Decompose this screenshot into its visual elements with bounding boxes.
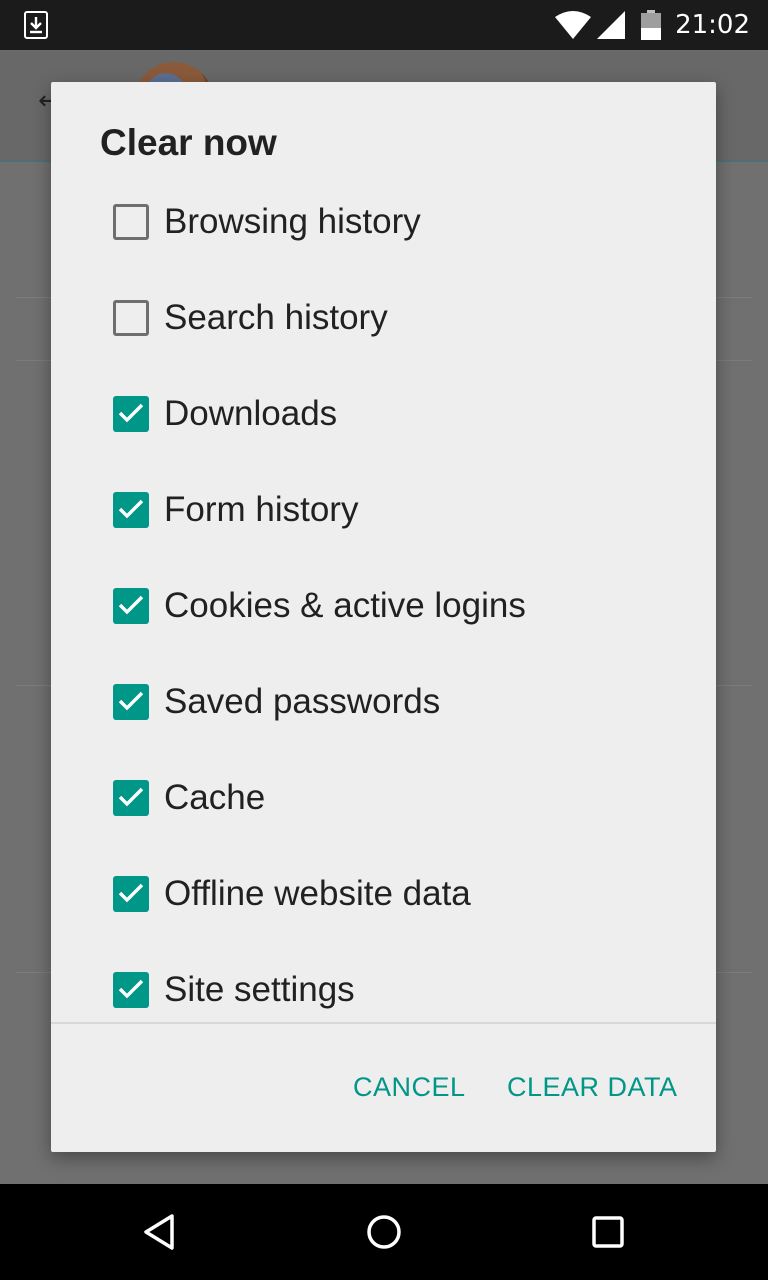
- status-right: 21:02: [555, 0, 750, 50]
- checkmark-icon: [118, 595, 144, 615]
- option-row[interactable]: Form history: [51, 462, 716, 558]
- action-divider: [51, 1022, 716, 1024]
- checkbox-checked[interactable]: [113, 972, 149, 1008]
- wifi-icon: [555, 11, 592, 39]
- option-row[interactable]: Site settings: [51, 942, 716, 1022]
- checkmark-icon: [118, 979, 144, 999]
- option-row[interactable]: Saved passwords: [51, 654, 716, 750]
- checkbox-checked[interactable]: [113, 876, 149, 912]
- checkbox-checked[interactable]: [113, 684, 149, 720]
- checkbox-checked[interactable]: [113, 492, 149, 528]
- option-label: Saved passwords: [164, 682, 441, 721]
- option-label: Offline website data: [164, 874, 471, 913]
- dialog-title: Clear now: [100, 122, 277, 163]
- battery-icon: [641, 10, 662, 40]
- checkbox-checked[interactable]: [113, 396, 149, 432]
- checkmark-icon: [118, 883, 144, 903]
- options-list: Browsing history Search history Downloads F…: [51, 174, 716, 1022]
- checkmark-icon: [118, 787, 144, 807]
- download-icon: [24, 11, 48, 39]
- option-row[interactable]: Offline website data: [51, 846, 716, 942]
- option-row[interactable]: Search history: [51, 270, 716, 366]
- checkbox-unchecked[interactable]: [113, 300, 149, 336]
- option-label: Cache: [164, 778, 266, 817]
- status-bar: 21:02: [0, 0, 768, 50]
- clear-data-dialog: Clear now Browsing history Search history…: [51, 82, 716, 1152]
- cancel-button[interactable]: CANCEL: [353, 1072, 466, 1103]
- clear-data-button[interactable]: CLEAR DATA: [507, 1072, 678, 1103]
- option-label: Browsing history: [164, 202, 421, 241]
- checkbox-unchecked[interactable]: [113, 204, 149, 240]
- option-label: Site settings: [164, 970, 355, 1009]
- option-label: Cookies & active logins: [164, 586, 526, 625]
- option-row[interactable]: Cookies & active logins: [51, 558, 716, 654]
- checkmark-icon: [118, 691, 144, 711]
- signal-icon: [597, 11, 626, 39]
- checkbox-checked[interactable]: [113, 588, 149, 624]
- checkbox-checked[interactable]: [113, 780, 149, 816]
- option-row[interactable]: Cache: [51, 750, 716, 846]
- option-label: Search history: [164, 298, 388, 337]
- navigation-bar: [0, 1184, 768, 1280]
- option-row[interactable]: Downloads: [51, 366, 716, 462]
- option-label: Downloads: [164, 394, 338, 433]
- home-icon[interactable]: [360, 1208, 408, 1256]
- status-time: 21:02: [675, 10, 750, 40]
- checkmark-icon: [118, 403, 144, 423]
- checkmark-icon: [118, 499, 144, 519]
- option-label: Form history: [164, 490, 359, 529]
- back-icon[interactable]: [136, 1208, 184, 1256]
- option-row[interactable]: Browsing history: [51, 174, 716, 270]
- recents-icon[interactable]: [584, 1208, 632, 1256]
